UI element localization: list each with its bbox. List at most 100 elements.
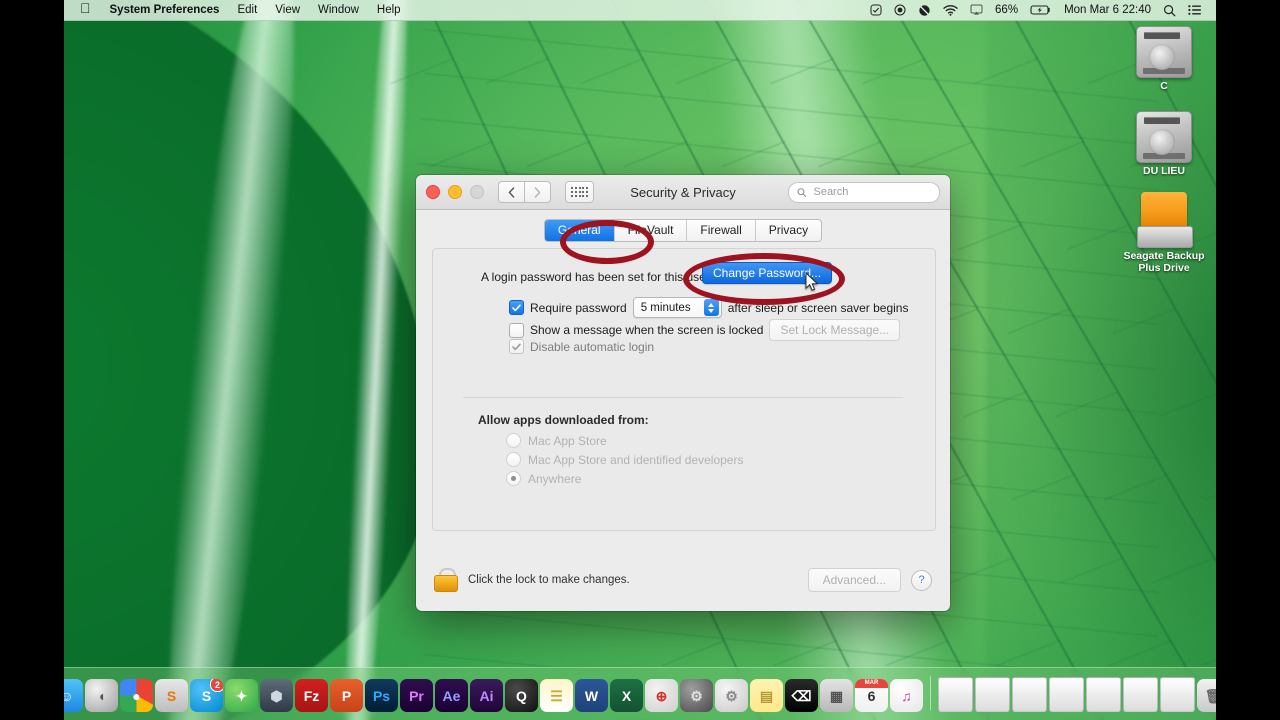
require-password-delay-select[interactable]: 5 minutes: [633, 297, 722, 318]
dock-item-automator[interactable]: ⚙: [680, 679, 713, 712]
checkmark-box-icon[interactable]: [864, 0, 888, 20]
dock-item-app-green[interactable]: ✦: [225, 679, 258, 712]
forward-button[interactable]: [525, 181, 551, 203]
screen:  System Preferences Edit View Window He…: [0, 0, 1280, 720]
closed-padlock-icon[interactable]: [434, 568, 456, 592]
dock-item-microsoft-word[interactable]: W: [575, 679, 608, 712]
dock-item-terminal[interactable]: ⌫: [785, 679, 818, 712]
lock-message-row: Show a message when the screen is locked…: [509, 319, 900, 341]
tab-firewall[interactable]: Firewall: [687, 220, 755, 241]
radio-mac-app-store[interactable]: Mac App Store: [506, 433, 607, 448]
dock-item-photoshop[interactable]: Ps: [365, 679, 398, 712]
menu-bar-status-area: 66% Mon Mar 6 22:40: [864, 0, 1216, 20]
menu-bar-clock[interactable]: Mon Mar 6 22:40: [1058, 0, 1157, 20]
do-not-disturb-icon[interactable]: [912, 0, 937, 20]
dock-minimized-window-finder[interactable]: [938, 677, 973, 712]
menu-item-window[interactable]: Window: [309, 0, 368, 20]
dock-item-glyph: ✦: [236, 689, 248, 703]
lock-message-checkbox[interactable]: [509, 323, 524, 338]
dock-item-safari[interactable]: ⊕: [645, 679, 678, 712]
menu-item-help[interactable]: Help: [368, 0, 410, 20]
dock-item-glyph: Q: [516, 689, 527, 703]
advanced-button[interactable]: Advanced...: [808, 568, 901, 592]
dock-item-virtualbox[interactable]: ⬢: [260, 679, 293, 712]
traffic-lights: [426, 185, 484, 199]
menu-bar-left:  System Preferences Edit View Window He…: [64, 0, 410, 20]
zoom-button[interactable]: [470, 185, 484, 199]
dock-item-glyph: Pr: [409, 689, 424, 703]
search-field[interactable]: [788, 182, 940, 203]
menu-item-edit[interactable]: Edit: [228, 0, 266, 20]
desktop-icon-drive-du-lieu[interactable]: DU LIEU: [1116, 111, 1212, 177]
dock-item-google-chrome[interactable]: ●: [120, 679, 153, 712]
dock-item-glyph: ♫: [901, 689, 912, 703]
dock-item-calculator[interactable]: ▦: [820, 679, 853, 712]
battery-percent-label: 66%: [989, 0, 1024, 20]
dock-item-calendar[interactable]: 6 MAR: [855, 679, 888, 712]
menu-item-view[interactable]: View: [266, 0, 309, 20]
dock-minimized-window-chrome[interactable]: [1160, 677, 1195, 712]
change-password-button[interactable]: Change Password...: [702, 262, 832, 284]
dock-item-itunes[interactable]: ♫: [890, 679, 923, 712]
lock-message-label: Show a message when the screen is locked: [530, 323, 763, 337]
set-lock-message-button[interactable]: Set Lock Message...: [769, 319, 900, 341]
hard-drive-icon: [1136, 26, 1192, 78]
menu-item-system-preferences[interactable]: System Preferences: [101, 0, 229, 20]
dock-item-powerpoint[interactable]: P: [330, 679, 363, 712]
notification-center-icon[interactable]: [1182, 0, 1208, 20]
dock-item-microsoft-excel[interactable]: X: [610, 679, 643, 712]
dock-item-glyph: Ae: [443, 689, 461, 703]
dock-item-premiere-pro[interactable]: Pr: [400, 679, 433, 712]
radio-mac-app-store-and-identified-developers[interactable]: Mac App Store and identified developers: [506, 452, 743, 467]
close-button[interactable]: [426, 185, 440, 199]
dock-item-after-effects[interactable]: Ae: [435, 679, 468, 712]
dock-item-badge: 2: [210, 679, 223, 692]
dock-item-skype[interactable]: S2: [190, 679, 223, 712]
apple-logo-icon[interactable]: : [72, 0, 101, 20]
dock-item-sublime-text[interactable]: S: [155, 679, 188, 712]
dock-minimized-window-text[interactable]: [1086, 677, 1121, 712]
record-dot-icon[interactable]: [888, 0, 912, 20]
wifi-icon[interactable]: [937, 0, 964, 20]
desktop-icon-drive-c[interactable]: C: [1116, 26, 1212, 92]
dock-minimized-window-document[interactable]: [975, 677, 1010, 712]
search-input[interactable]: [811, 185, 931, 199]
dock-item-glyph: ⌫: [792, 689, 812, 703]
tab-filevault[interactable]: FileVault: [615, 220, 688, 241]
radio-button-icon[interactable]: [506, 452, 521, 467]
show-all-grid-icon[interactable]: [565, 181, 594, 203]
dock-item-quicktime-player[interactable]: Q: [505, 679, 538, 712]
spotlight-search-icon[interactable]: [1157, 0, 1182, 20]
radio-button-icon-selected[interactable]: [506, 471, 521, 486]
window-titlebar[interactable]: Security & Privacy: [416, 175, 950, 210]
require-password-checkbox[interactable]: [509, 300, 524, 315]
dock-minimized-window-premiere[interactable]: [1012, 677, 1047, 712]
require-password-label: Require password: [530, 301, 627, 315]
minimize-button[interactable]: [448, 185, 462, 199]
dock-item-system-preferences[interactable]: ⚙: [715, 679, 748, 712]
desktop-icon-seagate-backup-plus-drive[interactable]: Seagate Backup Plus Drive: [1116, 192, 1212, 274]
security-privacy-window: Security & Privacy General FileVault Fir…: [416, 175, 950, 611]
dock-minimized-window-photoshop[interactable]: [1049, 677, 1084, 712]
chevron-updown-icon[interactable]: [704, 299, 719, 316]
radio-button-icon[interactable]: [506, 433, 521, 448]
radio-anywhere[interactable]: Anywhere: [506, 471, 581, 486]
dock-item-notes[interactable]: ☰: [540, 679, 573, 712]
desktop-icon-label-line1: Seagate Backup: [1123, 250, 1204, 262]
dock-item-glyph: 6: [868, 689, 876, 703]
airplay-icon[interactable]: [964, 0, 989, 20]
dock-item-launchpad[interactable]: ◖: [85, 679, 118, 712]
dock-minimized-window-itunes[interactable]: [1123, 677, 1158, 712]
dock-item-glyph: Ps: [373, 689, 390, 703]
dock-item-illustrator[interactable]: Ai: [470, 679, 503, 712]
dock-item-calendar-month: MAR: [855, 679, 888, 688]
battery-charging-icon[interactable]: [1024, 0, 1058, 20]
back-button[interactable]: [498, 181, 525, 203]
dock-item-stickies[interactable]: ▤: [750, 679, 783, 712]
help-button[interactable]: ?: [911, 570, 932, 591]
dock-item-filezilla[interactable]: Fz: [295, 679, 328, 712]
tab-general[interactable]: General: [545, 220, 615, 241]
tab-privacy[interactable]: Privacy: [756, 220, 821, 241]
disable-automatic-login-row: Disable automatic login: [509, 339, 654, 354]
disable-automatic-login-checkbox[interactable]: [509, 339, 524, 354]
